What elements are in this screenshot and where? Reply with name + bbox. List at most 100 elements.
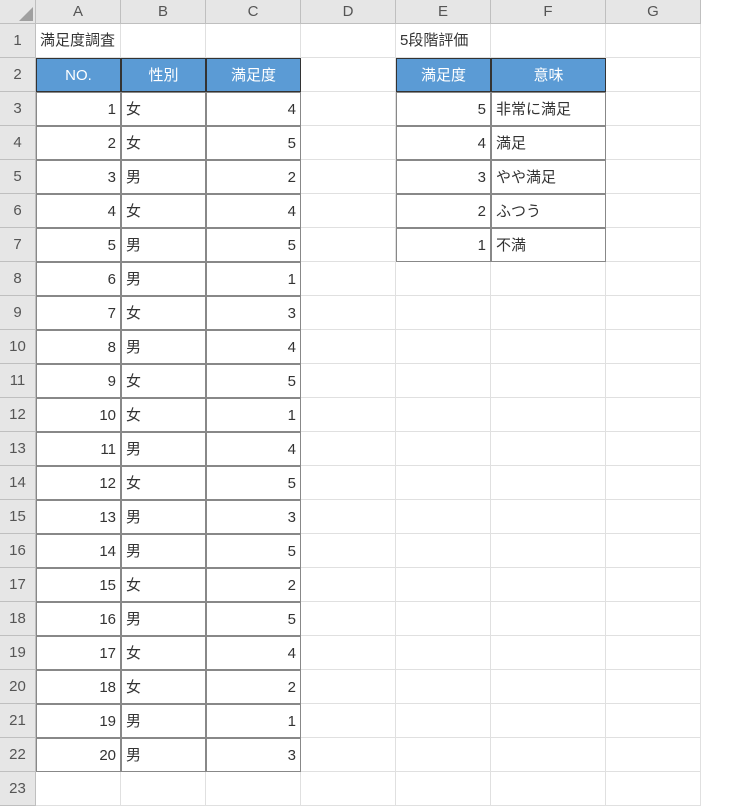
cell-F23[interactable] <box>491 772 606 806</box>
cell-F10[interactable] <box>491 330 606 364</box>
main-cell-no[interactable]: 14 <box>36 534 121 568</box>
cell-D6[interactable] <box>301 194 396 228</box>
cell-D1[interactable] <box>301 24 396 58</box>
main-cell-no[interactable]: 20 <box>36 738 121 772</box>
row-header-20[interactable]: 20 <box>0 670 36 704</box>
cell-F17[interactable] <box>491 568 606 602</box>
cell-D19[interactable] <box>301 636 396 670</box>
main-cell-gender[interactable]: 女 <box>121 636 206 670</box>
cell-G11[interactable] <box>606 364 701 398</box>
rating-title-cell[interactable]: 5段階評価 <box>396 24 491 58</box>
cell-G23[interactable] <box>606 772 701 806</box>
cell-D12[interactable] <box>301 398 396 432</box>
cell-G8[interactable] <box>606 262 701 296</box>
cell-F11[interactable] <box>491 364 606 398</box>
main-cell-satisfaction[interactable]: 3 <box>206 500 301 534</box>
cell-G10[interactable] <box>606 330 701 364</box>
column-header-E[interactable]: E <box>396 0 491 24</box>
main-cell-no[interactable]: 7 <box>36 296 121 330</box>
main-cell-gender[interactable]: 女 <box>121 670 206 704</box>
cell-E14[interactable] <box>396 466 491 500</box>
legend-header-satisfaction[interactable]: 満足度 <box>396 58 491 92</box>
row-header-15[interactable]: 15 <box>0 500 36 534</box>
main-cell-no[interactable]: 11 <box>36 432 121 466</box>
main-cell-gender[interactable]: 女 <box>121 296 206 330</box>
legend-cell-score[interactable]: 2 <box>396 194 491 228</box>
row-header-19[interactable]: 19 <box>0 636 36 670</box>
main-cell-gender[interactable]: 女 <box>121 568 206 602</box>
row-header-14[interactable]: 14 <box>0 466 36 500</box>
cell-G13[interactable] <box>606 432 701 466</box>
cell-F19[interactable] <box>491 636 606 670</box>
cell-F1[interactable] <box>491 24 606 58</box>
cell-F18[interactable] <box>491 602 606 636</box>
row-header-10[interactable]: 10 <box>0 330 36 364</box>
cell-G6[interactable] <box>606 194 701 228</box>
row-header-6[interactable]: 6 <box>0 194 36 228</box>
main-cell-satisfaction[interactable]: 2 <box>206 670 301 704</box>
cell-G7[interactable] <box>606 228 701 262</box>
cell-G22[interactable] <box>606 738 701 772</box>
cell-E22[interactable] <box>396 738 491 772</box>
main-header-gender[interactable]: 性別 <box>121 58 206 92</box>
row-header-16[interactable]: 16 <box>0 534 36 568</box>
main-cell-gender[interactable]: 男 <box>121 738 206 772</box>
main-cell-no[interactable]: 16 <box>36 602 121 636</box>
cell-G18[interactable] <box>606 602 701 636</box>
row-header-21[interactable]: 21 <box>0 704 36 738</box>
main-cell-gender[interactable]: 男 <box>121 432 206 466</box>
legend-cell-meaning[interactable]: やや満足 <box>491 160 606 194</box>
cell-F8[interactable] <box>491 262 606 296</box>
cell-D18[interactable] <box>301 602 396 636</box>
cell-F14[interactable] <box>491 466 606 500</box>
cell-D9[interactable] <box>301 296 396 330</box>
cell-G9[interactable] <box>606 296 701 330</box>
main-cell-gender[interactable]: 女 <box>121 92 206 126</box>
main-cell-gender[interactable]: 女 <box>121 126 206 160</box>
main-cell-gender[interactable]: 男 <box>121 534 206 568</box>
main-cell-satisfaction[interactable]: 5 <box>206 466 301 500</box>
main-cell-no[interactable]: 10 <box>36 398 121 432</box>
cell-E12[interactable] <box>396 398 491 432</box>
row-header-13[interactable]: 13 <box>0 432 36 466</box>
row-header-8[interactable]: 8 <box>0 262 36 296</box>
cell-D2[interactable] <box>301 58 396 92</box>
cell-E17[interactable] <box>396 568 491 602</box>
cell-G12[interactable] <box>606 398 701 432</box>
main-cell-no[interactable]: 18 <box>36 670 121 704</box>
legend-header-meaning[interactable]: 意味 <box>491 58 606 92</box>
cell-E18[interactable] <box>396 602 491 636</box>
row-header-2[interactable]: 2 <box>0 58 36 92</box>
row-header-7[interactable]: 7 <box>0 228 36 262</box>
cell-D10[interactable] <box>301 330 396 364</box>
cell-D17[interactable] <box>301 568 396 602</box>
cell-D22[interactable] <box>301 738 396 772</box>
cell-D13[interactable] <box>301 432 396 466</box>
cell-F22[interactable] <box>491 738 606 772</box>
cell-C23[interactable] <box>206 772 301 806</box>
main-header-satisfaction[interactable]: 満足度 <box>206 58 301 92</box>
spreadsheet-grid[interactable]: ABCDEFG1満足度調査5段階評価2NO.性別満足度満足度意味31女45非常に… <box>0 0 737 806</box>
main-cell-no[interactable]: 12 <box>36 466 121 500</box>
cell-D14[interactable] <box>301 466 396 500</box>
main-cell-no[interactable]: 1 <box>36 92 121 126</box>
main-cell-satisfaction[interactable]: 2 <box>206 568 301 602</box>
cell-E13[interactable] <box>396 432 491 466</box>
cell-F12[interactable] <box>491 398 606 432</box>
cell-F9[interactable] <box>491 296 606 330</box>
cell-G2[interactable] <box>606 58 701 92</box>
row-header-9[interactable]: 9 <box>0 296 36 330</box>
main-cell-gender[interactable]: 女 <box>121 398 206 432</box>
main-cell-gender[interactable]: 男 <box>121 160 206 194</box>
main-cell-satisfaction[interactable]: 4 <box>206 194 301 228</box>
cell-D16[interactable] <box>301 534 396 568</box>
cell-F16[interactable] <box>491 534 606 568</box>
main-cell-gender[interactable]: 男 <box>121 228 206 262</box>
row-header-5[interactable]: 5 <box>0 160 36 194</box>
main-cell-gender[interactable]: 男 <box>121 602 206 636</box>
cell-D8[interactable] <box>301 262 396 296</box>
cell-D3[interactable] <box>301 92 396 126</box>
cell-G20[interactable] <box>606 670 701 704</box>
main-cell-satisfaction[interactable]: 1 <box>206 704 301 738</box>
row-header-4[interactable]: 4 <box>0 126 36 160</box>
